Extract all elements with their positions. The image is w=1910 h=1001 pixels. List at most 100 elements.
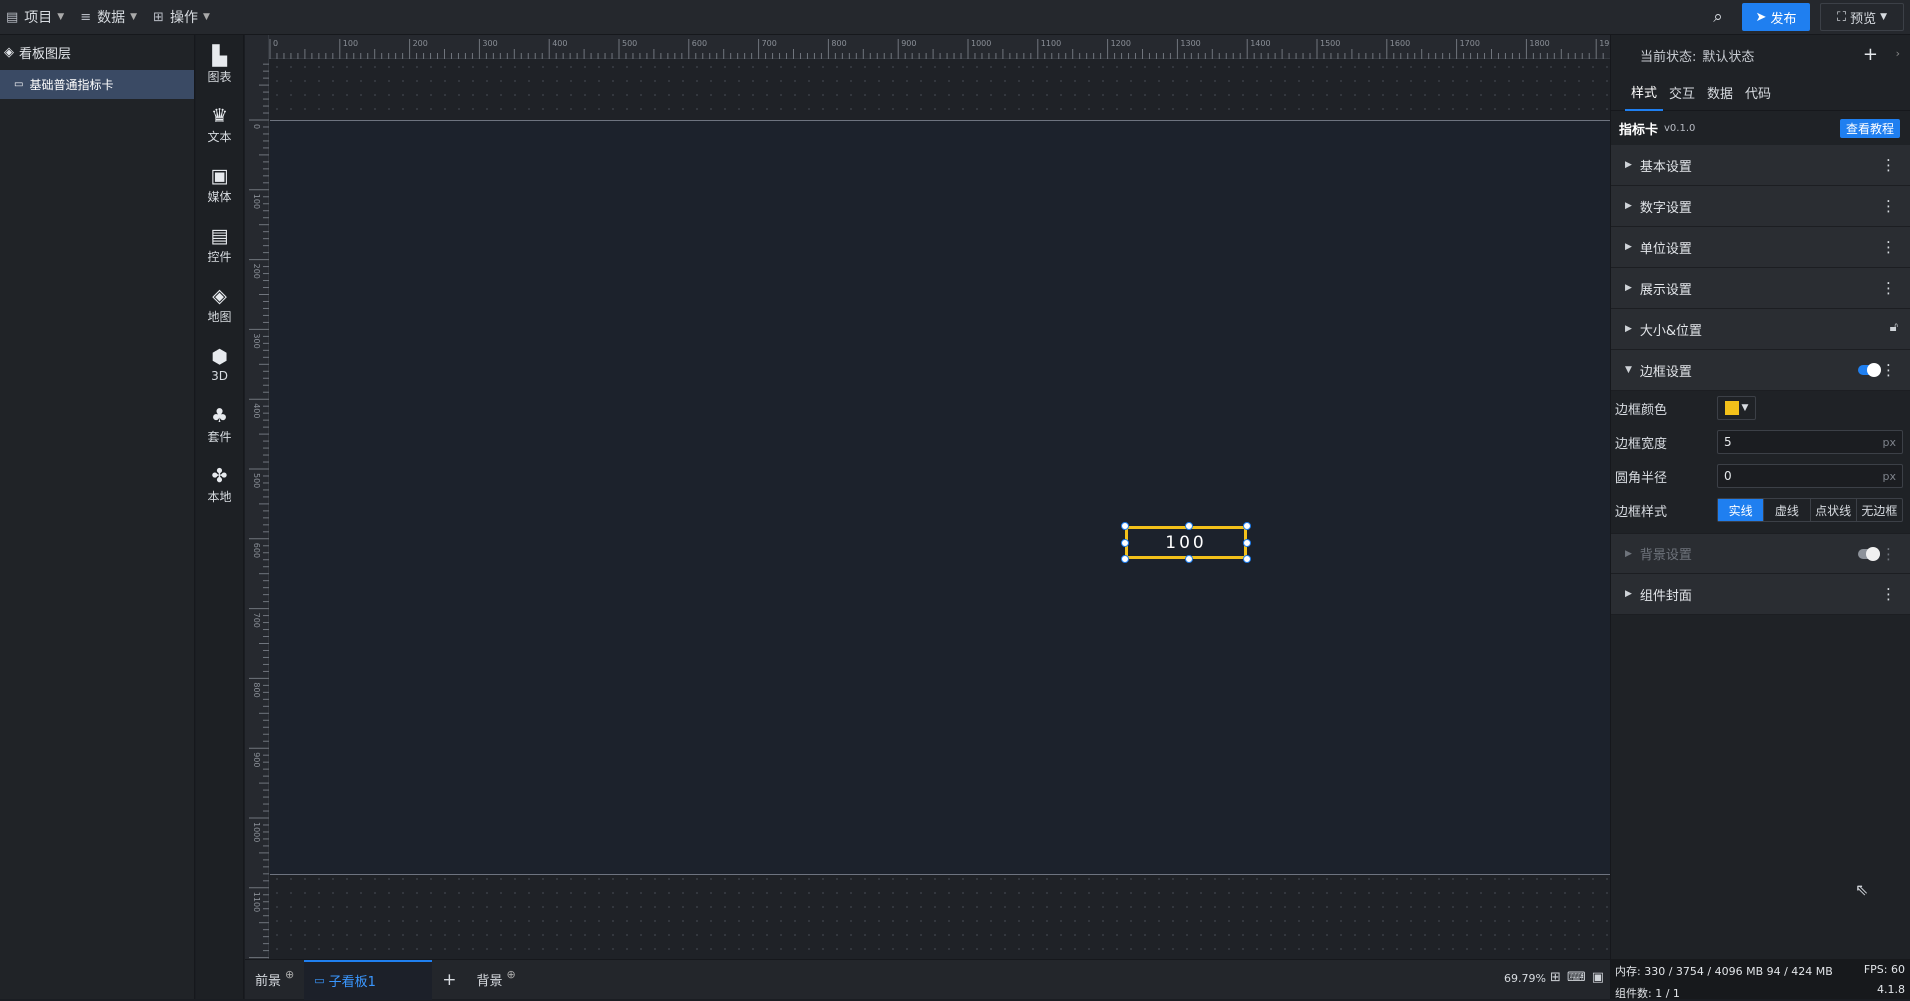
dashboard-board[interactable] <box>270 120 1610 875</box>
ruler-label: 1500 <box>1320 39 1340 48</box>
tab-code[interactable]: 代码 <box>1739 75 1777 111</box>
tab-foreground[interactable]: 前景 ⊕ <box>245 960 304 1000</box>
zoom-level[interactable]: 69.79% <box>1504 972 1546 985</box>
tab-background[interactable]: 背景 ⊕ <box>466 960 525 1000</box>
section-cover[interactable]: ▶ 组件封面 ⋮ <box>1611 574 1910 615</box>
tab-interaction[interactable]: 交互 <box>1663 75 1701 111</box>
more-vertical-icon[interactable]: ⋮ <box>1881 361 1896 379</box>
more-vertical-icon[interactable]: ⋮ <box>1881 585 1896 603</box>
border-color-picker[interactable]: ▼ <box>1717 396 1756 420</box>
menu-data[interactable]: ≡ 数据 ▼ <box>74 0 147 35</box>
tab-style[interactable]: 样式 <box>1625 75 1664 111</box>
border-style-none[interactable]: 无边框 <box>1857 499 1902 521</box>
indicator-card-widget[interactable]: 100 <box>1121 522 1251 563</box>
tab-sub-board-label: 子看板1 <box>328 975 376 990</box>
fullscreen-icon: ⛶ <box>1836 9 1847 25</box>
tool-map[interactable]: ◈ 地图 <box>196 275 243 335</box>
resize-handle[interactable] <box>1121 539 1129 547</box>
menu-project[interactable]: ▤ 项目 ▼ <box>0 0 74 35</box>
add-state-icon[interactable]: + <box>1863 44 1878 65</box>
section-basic[interactable]: ▶ 基本设置 ⋮ <box>1611 145 1910 186</box>
tool-control[interactable]: ▤ 控件 <box>196 215 243 275</box>
search-icon[interactable]: ⌕ <box>1704 3 1732 31</box>
panel-tabs: 样式 交互 数据 代码 <box>1611 75 1910 111</box>
tab-data[interactable]: 数据 <box>1701 75 1739 111</box>
file-icon: ▤ <box>6 9 19 25</box>
ruler-horizontal: 0 100 200 300 400 500 600 700 800 900 1000 1100 1200… <box>245 35 1610 59</box>
tab-sub-board[interactable]: ▭ 子看板1 <box>304 959 433 1000</box>
ruler-label: 1800 <box>1529 39 1549 48</box>
corner-radius-label: 圆角半径 <box>1615 470 1668 486</box>
resize-handle[interactable] <box>1243 555 1251 563</box>
border-width-input[interactable]: 5 px <box>1717 430 1903 454</box>
border-width-value: 5 <box>1724 435 1732 449</box>
resize-handle[interactable] <box>1243 522 1251 530</box>
section-background[interactable]: ▶ 背景设置 ⋮ <box>1611 533 1910 574</box>
section-display[interactable]: ▶ 展示设置 ⋮ <box>1611 268 1910 309</box>
tool-3d-label: 3D <box>211 369 228 383</box>
add-circle-icon[interactable]: ⊕ <box>285 968 294 981</box>
ruler-label: 400 <box>552 39 567 48</box>
resize-handle[interactable] <box>1121 522 1129 530</box>
corner-radius-field: 圆角半径 0 px <box>1611 459 1910 493</box>
resize-handle[interactable] <box>1185 522 1193 530</box>
more-vertical-icon[interactable]: ⋮ <box>1881 545 1896 563</box>
corner-radius-input[interactable]: 0 px <box>1717 464 1903 488</box>
ruler-label: 300 <box>252 333 261 348</box>
section-border[interactable]: ▼ 边框设置 ⋮ <box>1611 350 1910 391</box>
ruler-label: 500 <box>252 473 261 488</box>
state-row: 当前状态: 默认状态 + › <box>1611 35 1910 75</box>
chevron-right-icon[interactable]: › <box>1896 47 1900 60</box>
tool-text[interactable]: ♛ 文本 <box>196 95 243 155</box>
terminal-icon[interactable]: ▣ <box>1592 970 1604 985</box>
ruler-label: 1900 <box>1599 39 1610 48</box>
resize-handle[interactable] <box>1121 555 1129 563</box>
layer-item[interactable]: ▭ 基础普通指标卡 <box>0 70 194 99</box>
tool-local[interactable]: ✤ 本地 <box>196 455 243 515</box>
more-vertical-icon[interactable]: ⋮ <box>1881 238 1896 256</box>
resize-handle[interactable] <box>1185 555 1193 563</box>
menu-operation[interactable]: ⊞ 操作 ▼ <box>147 0 220 35</box>
border-toggle[interactable] <box>1858 363 1881 377</box>
border-style-solid[interactable]: 实线 <box>1718 499 1765 521</box>
more-vertical-icon[interactable]: ⋮ <box>1881 279 1896 297</box>
canvas-area[interactable]: 0 100 200 300 400 500 600 700 800 900 1000 1100 1200… <box>245 35 1610 959</box>
more-vertical-icon[interactable]: ⋮ <box>1881 197 1896 215</box>
section-size-position[interactable]: ▶ 大小&位置 🔓︎ <box>1611 309 1910 350</box>
section-display-label: 展示设置 <box>1639 282 1692 298</box>
keyboard-icon[interactable]: ⌨ <box>1567 970 1586 985</box>
tutorial-button[interactable]: 查看教程 <box>1840 119 1900 138</box>
border-width-label: 边框宽度 <box>1615 436 1668 452</box>
tool-kit[interactable]: ♣ 套件 <box>196 395 243 455</box>
add-board-button[interactable]: + <box>432 960 466 1000</box>
fit-screen-icon[interactable]: ⊞ <box>1550 970 1561 985</box>
border-style-dashed[interactable]: 虚线 <box>1764 499 1811 521</box>
section-unit[interactable]: ▶ 单位设置 ⋮ <box>1611 227 1910 268</box>
ruler-label: 0 <box>252 124 261 129</box>
tool-local-label: 本地 <box>207 489 232 504</box>
more-vertical-icon[interactable]: ⋮ <box>1881 156 1896 174</box>
caret-right-icon: ▶ <box>1625 201 1632 211</box>
resize-handle[interactable] <box>1243 539 1251 547</box>
tool-kit-label: 套件 <box>207 429 232 444</box>
border-style-label: 边框样式 <box>1615 504 1668 520</box>
chevron-down-icon: ▼ <box>1741 403 1749 413</box>
ruler-label: 200 <box>413 39 428 48</box>
component-toolbox: ▙ 图表 ♛ 文本 ▣ 媒体 ▤ 控件 ◈ 地图 ⬢ 3D ♣ 套件 ✤ 本地 <box>196 35 244 999</box>
border-style-field: 边框样式 实线 虚线 点状线 无边框 <box>1611 493 1910 527</box>
border-style-dotted[interactable]: 点状线 <box>1811 499 1857 521</box>
chevron-down-icon: ▼ <box>1880 12 1888 22</box>
state-value[interactable]: 默认状态 <box>1702 46 1754 65</box>
lock-icon[interactable]: 🔓︎ <box>1890 320 1898 335</box>
menu-project-label: 项目 <box>24 10 53 26</box>
tool-3d[interactable]: ⬢ 3D <box>196 335 243 395</box>
ruler-label: 600 <box>252 543 261 558</box>
preview-button[interactable]: ⛶ 预览 ▼ <box>1820 3 1904 31</box>
background-toggle[interactable] <box>1858 547 1880 561</box>
tool-chart[interactable]: ▙ 图表 <box>196 35 243 95</box>
publish-button[interactable]: ➤ 发布 <box>1742 3 1810 31</box>
section-basic-label: 基本设置 <box>1639 159 1692 175</box>
add-circle-icon[interactable]: ⊕ <box>507 968 516 981</box>
section-number[interactable]: ▶ 数字设置 ⋮ <box>1611 186 1910 227</box>
tool-media[interactable]: ▣ 媒体 <box>196 155 243 215</box>
